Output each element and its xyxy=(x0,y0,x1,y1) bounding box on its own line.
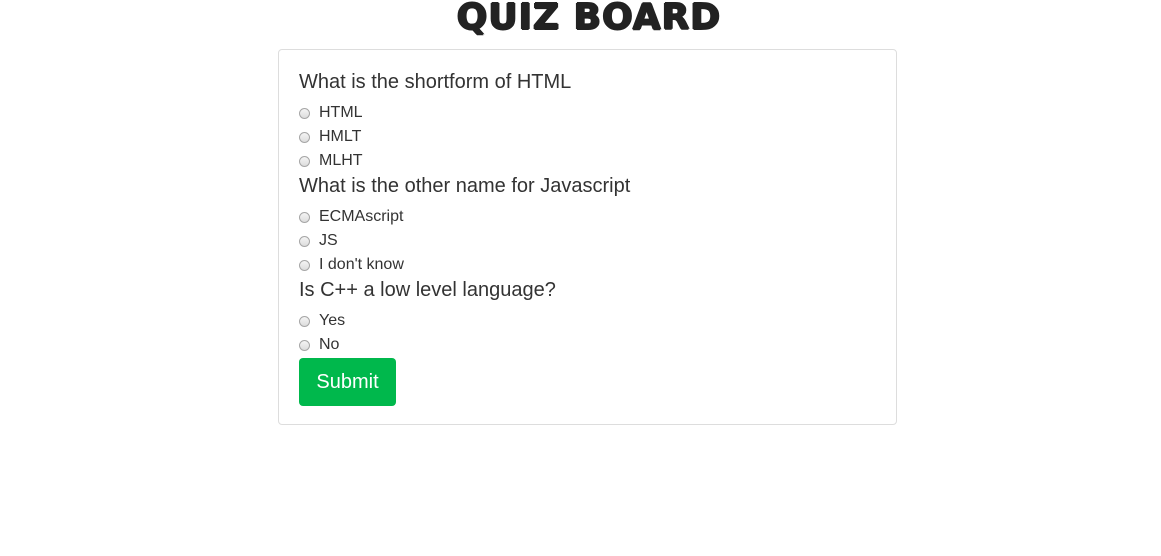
radio-button[interactable] xyxy=(299,211,310,223)
radio-button[interactable] xyxy=(299,155,310,167)
question-1-option-1[interactable]: HTML xyxy=(299,101,363,125)
question-2-text: What is the other name for Javascript xyxy=(299,175,631,197)
radio-button[interactable] xyxy=(299,235,310,247)
question-1-text: What is the shortform of HTML xyxy=(299,71,572,93)
radio-button[interactable] xyxy=(299,339,310,351)
question-3-option-2[interactable]: No xyxy=(299,333,339,357)
page-title: QUIZ BOARD xyxy=(456,0,722,38)
option-label: Yes xyxy=(319,312,346,329)
radio-button[interactable] xyxy=(299,107,310,119)
radio-button[interactable] xyxy=(299,131,310,143)
radio-button[interactable] xyxy=(299,315,310,327)
question-3-option-1[interactable]: Yes xyxy=(299,309,345,333)
page: QUIZ BOARD What is the shortform of HTML… xyxy=(0,0,1161,556)
question-1-option-2[interactable]: HMLT xyxy=(299,125,361,149)
option-label: No xyxy=(319,336,340,353)
option-label: ECMAscript xyxy=(319,208,404,225)
option-label: HMLT xyxy=(319,128,362,145)
option-label: JS xyxy=(319,232,338,249)
question-2-option-2[interactable]: JS xyxy=(299,229,338,253)
quiz-form: What is the shortform of HTML HTML HMLT … xyxy=(278,49,897,425)
question-2-option-1[interactable]: ECMAscript xyxy=(299,205,403,229)
submit-button[interactable]: Submit xyxy=(299,358,396,406)
option-label: I don't know xyxy=(319,256,404,273)
option-label: MLHT xyxy=(319,152,363,169)
question-2-option-3[interactable]: I don't know xyxy=(299,253,404,277)
option-label: HTML xyxy=(319,104,363,121)
question-1-option-3[interactable]: MLHT xyxy=(299,149,363,173)
radio-button[interactable] xyxy=(299,259,310,271)
question-3-text: Is C++ a low level language? xyxy=(299,279,556,301)
